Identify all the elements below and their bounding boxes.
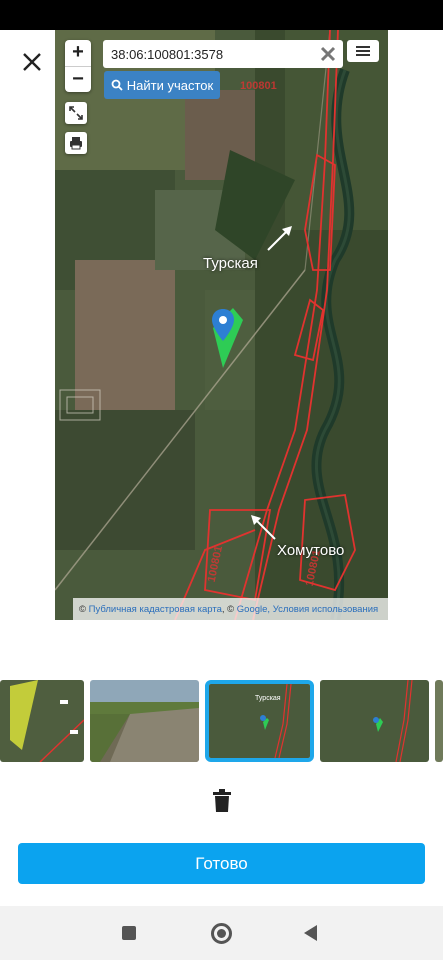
photo-thumbnail[interactable] [90,680,199,762]
thumb-label: Турская [255,695,281,702]
photo-thumbnail[interactable] [320,680,429,762]
back-button[interactable] [304,925,317,941]
arrow-icon [267,226,292,251]
search-icon [111,79,123,91]
terms-link[interactable]: , Условия использования [267,604,378,615]
done-button[interactable]: Готово [18,843,425,884]
search-value: 38:06:100801:3578 [111,47,224,62]
zoom-control: + − [65,40,91,92]
village-label-turskaya: Турская [203,255,258,272]
menu-icon [356,46,370,56]
clear-icon[interactable] [319,45,337,63]
find-parcel-button[interactable]: Найти участок [104,71,220,99]
close-icon [23,53,41,71]
map-view[interactable]: + − 38:06:100801:3578 Найти участок 1008… [55,30,388,620]
photo-thumbnail-selected[interactable]: Турская [205,680,314,762]
delete-photo-button[interactable] [211,789,233,813]
close-button[interactable] [18,48,46,76]
photo-thumbnail[interactable] [435,680,443,762]
zoom-in-button[interactable]: + [65,40,91,66]
cadastral-map-link[interactable]: Публичная кадастровая карта [89,604,222,615]
location-marker-icon[interactable] [211,308,235,342]
status-bar [0,0,443,30]
arrow-icon [251,515,276,540]
home-button[interactable] [211,923,232,944]
cadastral-search-field[interactable]: 38:06:100801:3578 [103,40,343,68]
print-button[interactable] [65,132,87,154]
photo-thumbnail-strip: Турская [0,680,443,762]
system-navigation-bar [0,906,443,960]
zoom-out-button[interactable]: − [65,66,91,92]
fullscreen-icon [69,106,83,120]
parcel-number-label: 100801 [240,80,277,92]
menu-button[interactable] [347,40,379,62]
trash-icon [213,789,231,812]
print-icon [70,137,82,150]
map-attribution: © Публичная кадастровая карта, © Google,… [73,598,388,620]
photo-thumbnail[interactable] [0,680,84,762]
find-parcel-label: Найти участок [126,77,214,93]
fullscreen-button[interactable] [65,102,87,124]
google-link[interactable]: Google [237,604,268,615]
recents-button[interactable] [122,926,136,940]
village-label-khomutovo: Хомутово [277,542,345,559]
